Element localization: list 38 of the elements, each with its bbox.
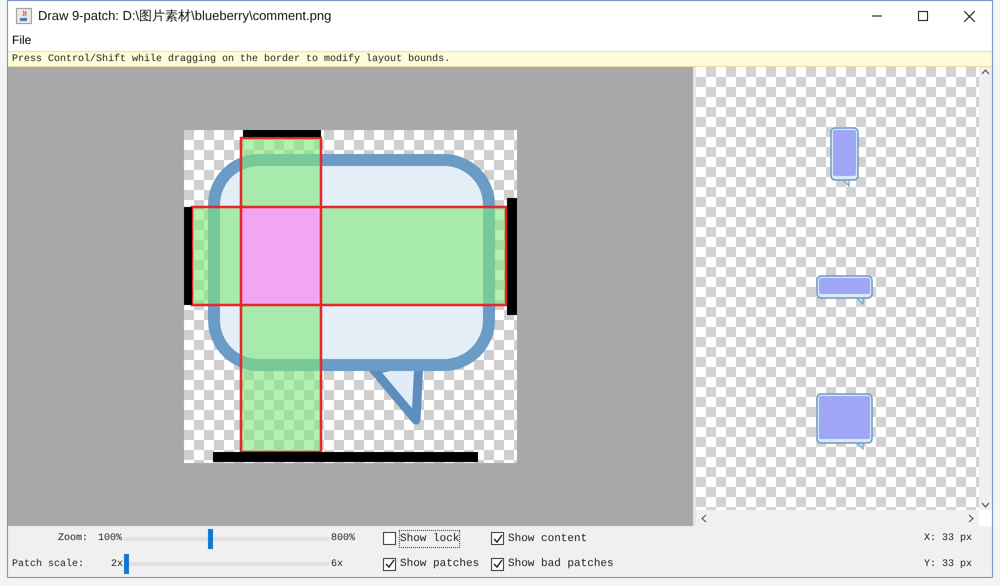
slider-thumb[interactable] (124, 554, 129, 574)
patch-scale-max-value: 6x (330, 558, 344, 572)
zoom-label: Zoom: (56, 532, 89, 546)
caret-down-icon[interactable] (981, 502, 990, 508)
tall-bubble-preview (830, 127, 859, 187)
coordinate-readout: X: 33 px (924, 532, 972, 546)
caret-up-icon[interactable] (981, 69, 990, 75)
editor-canvas[interactable] (8, 67, 693, 526)
slider-thumb[interactable] (208, 528, 213, 549)
checkmark-icon (492, 534, 502, 544)
patch-scale-label: Patch scale: (12, 558, 86, 572)
checkmark-icon (384, 559, 394, 570)
checkbox-label: Show lock (400, 530, 460, 547)
window-title: Draw 9-patch: D:\图片素材\blueberry\comment.png (38, 7, 332, 26)
checkbox-label: Show patches (400, 557, 480, 572)
menu-item[interactable]: File (8, 31, 36, 49)
checkmark-icon (492, 559, 502, 570)
coordinate-readout: Y: 33 px (924, 558, 972, 572)
checkbox[interactable] (491, 558, 504, 571)
checkbox-label: Show content (508, 532, 588, 546)
vertical-scrollbar[interactable] (979, 67, 992, 510)
wide-bubble-preview (816, 275, 873, 305)
caret-left-icon[interactable] (701, 514, 707, 522)
caret-right-icon[interactable] (968, 514, 974, 522)
checkbox[interactable] (383, 558, 396, 571)
checkbox-label: Show bad patches (508, 557, 614, 572)
checkbox[interactable] (383, 532, 396, 546)
maximize-icon (918, 11, 928, 21)
hint-text: Press Control/Shift while dragging on the border to modify layout bounds. (12, 52, 450, 66)
nine-patch-drawing[interactable] (184, 130, 517, 463)
horizontal-scrollbar[interactable] (696, 510, 979, 526)
patch-scale-min-value: 2x (110, 558, 124, 572)
checkbox[interactable] (491, 532, 504, 546)
zoom-max-value: 800% (330, 532, 356, 546)
square-bubble-preview (816, 393, 873, 450)
cup-icon (16, 8, 32, 24)
close-icon (964, 10, 974, 22)
zoom-min-value: 100% (96, 532, 123, 546)
